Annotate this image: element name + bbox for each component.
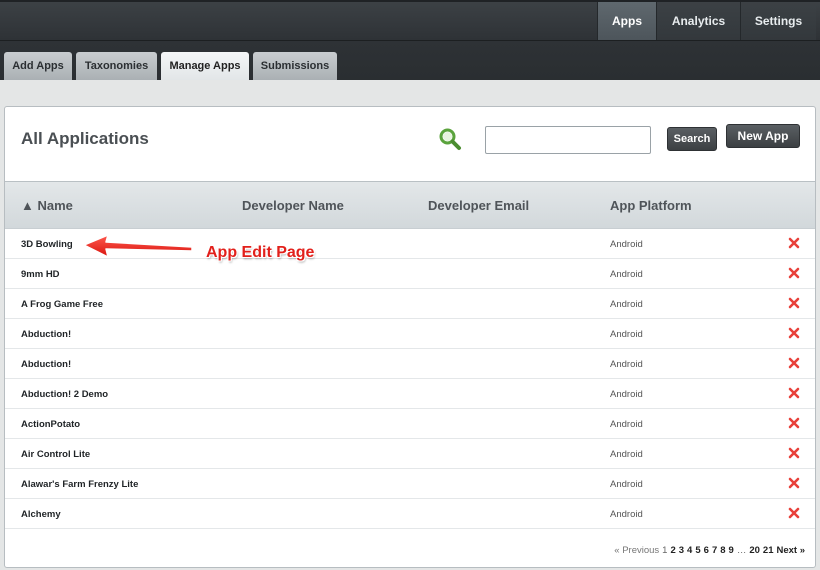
pagination-page[interactable]: 2 — [670, 545, 675, 556]
table-row: Abduction! Android — [5, 349, 815, 379]
app-platform: Android — [610, 329, 643, 340]
sub-tabs: Add Apps Taxonomies Manage Apps Submissi… — [4, 52, 341, 80]
tab-taxonomies[interactable]: Taxonomies — [76, 52, 157, 80]
top-bar: Apps Analytics Settings Add Apps Taxonom… — [0, 0, 820, 80]
pagination-page[interactable]: 20 — [749, 545, 760, 556]
app-platform: Android — [610, 389, 643, 400]
table-row: ActionPotato Android — [5, 409, 815, 439]
table-row: A Frog Game Free Android — [5, 289, 815, 319]
delete-icon[interactable] — [788, 387, 800, 399]
pagination-page[interactable]: 6 — [704, 545, 709, 556]
pagination-page[interactable]: 9 — [729, 545, 734, 556]
pagination-page[interactable]: 7 — [712, 545, 717, 556]
delete-icon[interactable] — [788, 267, 800, 279]
annotation-label: App Edit Page — [206, 244, 315, 261]
app-platform: Android — [610, 509, 643, 520]
app-name-link[interactable]: Abduction! 2 Demo — [21, 389, 108, 400]
table-header: ▲ Name Developer Name Developer Email Ap… — [5, 181, 815, 229]
app-name-link[interactable]: A Frog Game Free — [21, 299, 103, 310]
app-name-link[interactable]: Alchemy — [21, 509, 61, 520]
new-app-button[interactable]: New App — [726, 124, 800, 148]
app-name-link[interactable]: Abduction! — [21, 359, 71, 370]
app-platform: Android — [610, 299, 643, 310]
pagination-page[interactable]: 8 — [720, 545, 725, 556]
app-name-link[interactable]: 3D Bowling — [21, 239, 73, 250]
app-platform: Android — [610, 479, 643, 490]
table-row: Air Control Lite Android — [5, 439, 815, 469]
tab-submissions[interactable]: Submissions — [253, 52, 337, 80]
app-name-link[interactable]: 9mm HD — [21, 269, 60, 280]
app-platform: Android — [610, 419, 643, 430]
nav-item-analytics[interactable]: Analytics — [656, 2, 740, 40]
column-header-developer-name[interactable]: Developer Name — [242, 198, 344, 213]
pagination-next[interactable]: Next » — [776, 545, 805, 556]
pagination-current-page: 1 — [662, 545, 668, 556]
pagination-page[interactable]: 5 — [695, 545, 700, 556]
nav-item-apps[interactable]: Apps — [597, 2, 656, 40]
left-arrow-icon — [83, 234, 193, 258]
main-nav: Apps Analytics Settings — [597, 2, 816, 40]
app-name-link[interactable]: ActionPotato — [21, 419, 80, 430]
app-name-link[interactable]: Alawar's Farm Frenzy Lite — [21, 479, 138, 490]
delete-icon[interactable] — [788, 327, 800, 339]
app-name-link[interactable]: Abduction! — [21, 329, 71, 340]
column-header-app-platform[interactable]: App Platform — [610, 198, 692, 213]
app-platform: Android — [610, 359, 643, 370]
delete-icon[interactable] — [788, 477, 800, 489]
pagination-page[interactable]: 21 — [763, 545, 774, 556]
table-row: 9mm HD Android — [5, 259, 815, 289]
delete-icon[interactable] — [788, 357, 800, 369]
delete-icon[interactable] — [788, 237, 800, 249]
pagination-page[interactable]: 3 — [679, 545, 684, 556]
nav-item-settings[interactable]: Settings — [740, 2, 816, 40]
nav-divider — [0, 40, 820, 41]
pagination-previous: « Previous — [614, 545, 660, 556]
delete-icon[interactable] — [788, 507, 800, 519]
delete-icon[interactable] — [788, 447, 800, 459]
app-platform: Android — [610, 239, 643, 250]
table-row: Abduction! 2 Demo Android — [5, 379, 815, 409]
table-row: Abduction! Android — [5, 319, 815, 349]
search-input[interactable] — [485, 126, 651, 154]
tab-manage-apps[interactable]: Manage Apps — [161, 52, 249, 80]
search-button[interactable]: Search — [667, 127, 717, 151]
tab-add-apps[interactable]: Add Apps — [4, 52, 72, 80]
pagination: « Previous 1 2 3 4 5 6 7 8 9 … 20 21 Nex… — [614, 545, 805, 556]
column-header-name[interactable]: ▲ Name — [21, 198, 73, 213]
column-header-developer-email[interactable]: Developer Email — [428, 198, 529, 213]
magnifier-icon[interactable] — [438, 127, 462, 153]
pagination-ellipsis: … — [736, 545, 747, 556]
pagination-page[interactable]: 4 — [687, 545, 692, 556]
delete-icon[interactable] — [788, 297, 800, 309]
table-row: Alchemy Android — [5, 499, 815, 529]
page-title: All Applications — [21, 129, 149, 148]
table-row: Alawar's Farm Frenzy Lite Android — [5, 469, 815, 499]
app-platform: Android — [610, 269, 643, 280]
app-name-link[interactable]: Air Control Lite — [21, 449, 90, 460]
app-platform: Android — [610, 449, 643, 460]
delete-icon[interactable] — [788, 417, 800, 429]
applications-panel: All Applications Search New App ▲ Name D… — [4, 106, 816, 568]
applications-table-body: 3D Bowling Android 9mm HD Android A Frog… — [5, 229, 815, 529]
